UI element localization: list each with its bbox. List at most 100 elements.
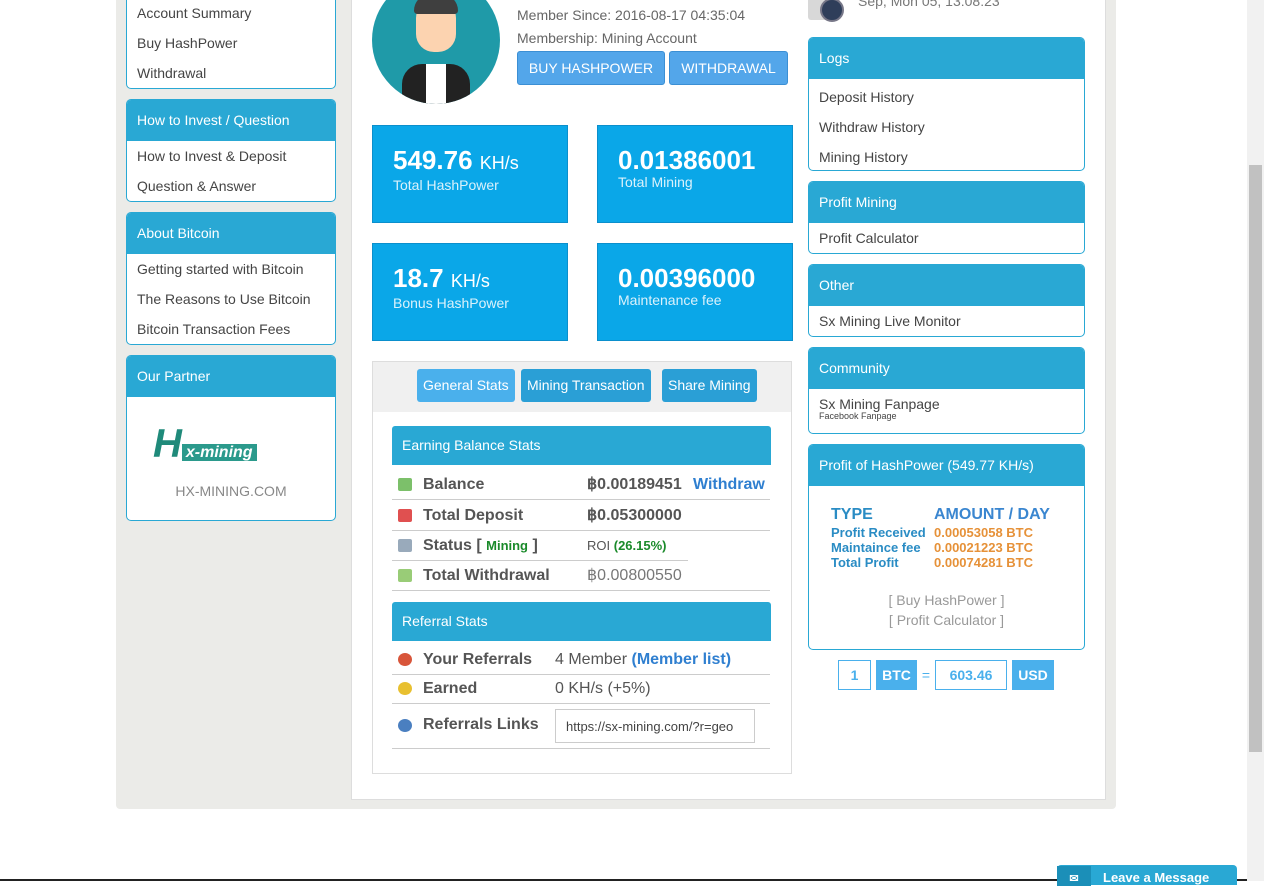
account-menu: Account Summary Buy HashPower Withdrawal: [126, 0, 336, 89]
partner-link[interactable]: HX-MINING.COM: [127, 483, 335, 499]
fanpage-sub: Facebook Fanpage: [819, 411, 897, 421]
links-label: Referrals Links: [423, 716, 539, 733]
other-box: Other Sx Mining Live Monitor: [808, 264, 1085, 337]
sidebar-item-buy-hashpower[interactable]: Buy HashPower: [127, 28, 335, 58]
stat-label: Maintenance fee: [618, 292, 722, 308]
tab-general-stats[interactable]: General Stats: [417, 369, 515, 402]
profit-type: Total Profit: [831, 555, 899, 570]
profit-mining-title: Profit Mining: [809, 182, 1084, 223]
profit-mining-box: Profit Mining Profit Calculator: [808, 181, 1085, 254]
clock-text: Sep, Mon 05, 13:08:23: [858, 0, 1000, 9]
status-bracket: ]: [532, 537, 538, 554]
leave-message-button[interactable]: ✉ Leave a Message: [1057, 865, 1237, 886]
link-fanpage[interactable]: Sx Mining Fanpage: [809, 389, 1084, 412]
partner-box: Our Partner Hx-mining HX-MINING.COM: [126, 355, 336, 521]
bitcoin-menu: About Bitcoin Getting started with Bitco…: [126, 212, 336, 345]
deposit-row: Total Deposit ฿0.05300000: [392, 501, 770, 531]
roi-label: ROI: [587, 538, 611, 553]
withdrawal-label: Total Withdrawal: [423, 567, 550, 584]
tab-share-mining[interactable]: Share Mining: [662, 369, 757, 402]
deposit-value: ฿0.05300000: [587, 507, 682, 524]
hashpower-profit-title: Profit of HashPower (549.77 KH/s): [809, 445, 1084, 486]
profit-amount: 0.00074281 BTC: [934, 555, 1034, 570]
type-header: TYPE: [831, 506, 873, 523]
sidebar-item-withdrawal[interactable]: Withdrawal: [127, 58, 335, 88]
stat-unit: KH/s: [450, 271, 490, 291]
tab-mining-transaction[interactable]: Mining Transaction: [521, 369, 651, 402]
logs-title: Logs: [809, 38, 1084, 79]
earning-title: Earning Balance Stats: [392, 426, 771, 465]
sidebar-item-how-to-invest[interactable]: How to Invest & Deposit: [127, 141, 335, 171]
link-profit-calculator[interactable]: Profit Calculator: [809, 223, 1084, 253]
link-deposit-history[interactable]: Deposit History: [809, 82, 1084, 112]
buy-hashpower-button[interactable]: BUY HASHPOWER: [517, 51, 665, 85]
member-since: Member Since: 2016-08-17 04:35:04: [517, 7, 746, 23]
sidebar-item-account-summary[interactable]: Account Summary: [127, 0, 335, 28]
member-list-link[interactable]: (Member list): [631, 651, 731, 668]
stat-maintenance-fee: 0.00396000 Maintenance fee: [597, 243, 793, 341]
referrals-label: Your Referrals: [423, 651, 533, 668]
links-row: Referrals Links: [392, 705, 770, 749]
usd-label: USD: [1012, 660, 1054, 690]
other-title: Other: [809, 265, 1084, 306]
referral-title: Referral Stats: [392, 602, 771, 641]
withdraw-link[interactable]: Withdraw: [693, 470, 765, 500]
user-icon: [398, 653, 412, 666]
membership: Membership: Mining Account: [517, 30, 697, 46]
earned-row: Earned 0 KH/s (+5%): [392, 674, 770, 704]
stat-value: 549.76: [393, 145, 473, 175]
check-icon: [398, 569, 412, 582]
status-row: Status [ Mining ] ROI (26.15%): [392, 531, 688, 561]
hashpower-profit-box: Profit of HashPower (549.77 KH/s) TYPE A…: [808, 444, 1085, 650]
invest-menu-title: How to Invest / Question: [127, 100, 335, 141]
roi-value: (26.15%): [613, 538, 667, 553]
balance-label: Balance: [423, 476, 485, 493]
profit-amount: 0.00053058 BTC: [934, 525, 1034, 540]
buy-hashpower-link[interactable]: [ Buy HashPower ]: [809, 592, 1084, 608]
profit-calculator-link[interactable]: [ Profit Calculator ]: [809, 612, 1084, 628]
profit-type: Profit Received: [831, 525, 926, 540]
equals-sign: =: [921, 667, 931, 683]
sidebar-item-reasons[interactable]: The Reasons to Use Bitcoin: [127, 284, 335, 314]
money-icon: [398, 478, 412, 491]
community-box: Community Sx Mining Fanpage Facebook Fan…: [808, 347, 1085, 434]
stat-label: Total Mining: [618, 174, 693, 190]
stat-total-mining: 0.01386001 Total Mining: [597, 125, 793, 223]
logs-box: Logs Deposit History Withdraw History Mi…: [808, 37, 1085, 171]
deposit-label: Total Deposit: [423, 507, 524, 524]
stat-bonus-hashpower: 18.7 KH/s Bonus HashPower: [372, 243, 568, 341]
scrollbar-thumb[interactable]: [1249, 165, 1262, 752]
withdrawal-button[interactable]: WITHDRAWAL: [669, 51, 788, 85]
link-live-monitor[interactable]: Sx Mining Live Monitor: [809, 306, 1084, 336]
link-withdraw-history[interactable]: Withdraw History: [809, 112, 1084, 142]
sidebar-item-getting-started[interactable]: Getting started with Bitcoin: [127, 254, 335, 284]
btc-label: BTC: [876, 660, 917, 690]
withdrawal-value: ฿0.00800550: [587, 567, 682, 584]
earned-value: 0 KH/s (+5%): [555, 680, 651, 697]
usd-amount-input[interactable]: [935, 660, 1007, 690]
leave-message-label: Leave a Message: [1103, 870, 1210, 885]
sidebar-item-fees[interactable]: Bitcoin Transaction Fees: [127, 314, 335, 344]
partner-logo[interactable]: Hx-mining: [153, 424, 313, 464]
user-icon: [398, 719, 412, 732]
community-title: Community: [809, 348, 1084, 389]
partner-title: Our Partner: [127, 356, 335, 397]
coin-icon: [398, 682, 412, 695]
sidebar-item-qa[interactable]: Question & Answer: [127, 171, 335, 201]
stat-value: 0.00396000: [618, 263, 756, 293]
stat-label: Bonus HashPower: [393, 295, 509, 311]
amount-header: AMOUNT / DAY: [934, 506, 1050, 523]
referrals-row: Your Referrals 4 Member (Member list): [392, 645, 770, 675]
bitcoin-menu-title: About Bitcoin: [127, 213, 335, 254]
hourglass-icon: [398, 539, 412, 552]
balance-value: ฿0.00189451: [587, 476, 682, 493]
link-mining-history[interactable]: Mining History: [809, 142, 1084, 170]
profit-type: Maintaince fee: [831, 540, 921, 555]
scrollbar[interactable]: [1247, 0, 1264, 881]
stat-unit: KH/s: [479, 153, 519, 173]
referral-link-input[interactable]: [555, 709, 755, 743]
btc-amount-input[interactable]: [838, 660, 871, 690]
withdrawal-row: Total Withdrawal ฿0.00800550: [392, 561, 770, 591]
status-label: Status [: [423, 537, 482, 554]
stat-total-hashpower: 549.76 KH/s Total HashPower: [372, 125, 568, 223]
